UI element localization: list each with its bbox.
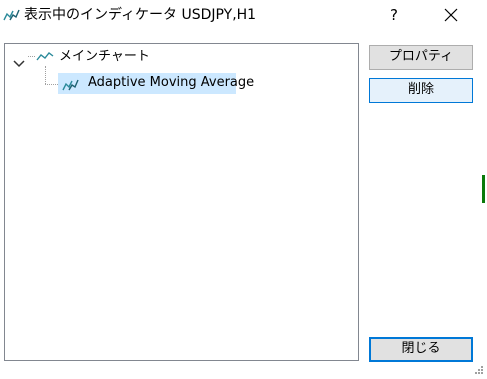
background-chart-edge [482, 175, 485, 203]
tree-node-label: Adaptive Moving Average [88, 75, 255, 90]
properties-button[interactable]: プロパティ [369, 45, 473, 70]
chevron-down-icon[interactable] [13, 53, 25, 68]
close-button[interactable]: 閉じる [369, 337, 473, 362]
tree-node-label: メインチャート [59, 49, 150, 64]
close-icon[interactable] [440, 5, 462, 27]
indicator-icon [3, 7, 20, 21]
help-button[interactable]: ? [383, 4, 405, 26]
indicator-icon [62, 77, 80, 91]
tree-node-main-chart[interactable]: メインチャート [35, 47, 155, 69]
chart-line-icon [36, 49, 54, 63]
indicator-tree[interactable]: メインチャート Adaptive Moving Average [4, 43, 359, 361]
window-title: 表示中のインディケータ USDJPY,H1 [24, 7, 257, 23]
title-bar: 表示中のインディケータ USDJPY,H1 ? [0, 0, 487, 32]
tree-connector [45, 84, 58, 85]
tree-connector [28, 56, 35, 57]
tree-node-adaptive-moving-average[interactable]: Adaptive Moving Average [58, 73, 254, 94]
delete-button[interactable]: 削除 [369, 78, 473, 103]
resize-grip-icon[interactable] [472, 360, 484, 374]
tree-connector [45, 66, 46, 84]
